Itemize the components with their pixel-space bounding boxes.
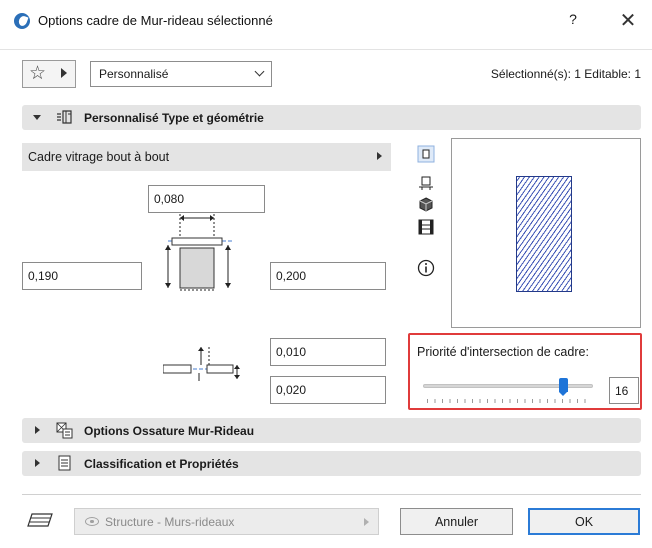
collapse-triangle-icon [35,426,40,434]
frame-type-selector[interactable]: Cadre vitrage bout à bout [22,143,391,171]
layer-dropdown[interactable]: Structure - Murs-rideaux [74,508,379,535]
favorites-arrow-icon [61,68,67,78]
frame-type-label: Cadre vitrage bout à bout [28,150,170,164]
separator [22,494,641,495]
intersection-priority-panel: Priorité d'intersection de cadre: 16 [408,333,642,410]
chevron-down-icon [254,66,265,77]
expand-triangle-icon [33,115,41,120]
section-title: Classification et Propriétés [84,457,239,471]
section-type-geometry[interactable]: Personnalisé Type et géométrie [22,105,641,130]
section-framing-options[interactable]: Options Ossature Mur-Rideau [22,418,641,443]
offset-field-1[interactable]: 0,010 [270,338,386,366]
offset-diagram [163,347,240,381]
frame-geometry-icon [57,110,72,124]
profile-dropdown[interactable]: Personnalisé [90,61,272,87]
eye-icon [85,517,99,526]
section-title: Options Ossature Mur-Rideau [84,424,255,438]
framing-options-icon [56,422,73,439]
priority-label: Priorité d'intersection de cadre: [417,345,589,359]
section-classification[interactable]: Classification et Propriétés [22,451,641,476]
cancel-button[interactable]: Annuler [400,508,513,535]
layer-value: Structure - Murs-rideaux [105,515,235,529]
slider-ticks [427,399,592,403]
priority-slider-track[interactable] [423,384,593,388]
classification-icon [58,455,71,471]
window-title: Options cadre de Mur-rideau sélectionné [38,13,273,28]
help-button[interactable]: ? [561,11,585,31]
close-button[interactable]: ✕ [614,8,642,32]
selection-info: Sélectionné(s): 1 Editable: 1 [490,67,641,81]
elevation-view-icon[interactable] [417,218,435,236]
favorites-button[interactable]: ☆ [22,60,76,88]
frame-profile-diagram [165,214,232,291]
layer-stack-icon [27,513,53,527]
archicad-app-icon [14,13,30,29]
star-icon: ☆ [29,63,47,84]
frame-depth-right-field[interactable]: 0,200 [270,262,386,290]
priority-value-field[interactable]: 16 [609,377,639,404]
priority-slider-thumb[interactable] [558,378,568,396]
hatched-frame-section [516,176,572,292]
section-view-icon[interactable] [417,174,435,192]
section-title: Personnalisé Type et géométrie [84,111,264,125]
offset-field-2[interactable]: 0,020 [270,376,386,404]
plan-view-icon[interactable] [417,145,435,163]
ok-button[interactable]: OK [528,508,640,535]
frame-preview [451,138,641,328]
submenu-arrow-icon [364,518,369,526]
info-icon[interactable] [417,259,435,277]
collapse-triangle-icon [35,459,40,467]
profile-value: Personnalisé [99,67,169,81]
frame-depth-left-field[interactable]: 0,190 [22,262,142,290]
title-bar: Options cadre de Mur-rideau sélectionné … [0,0,652,50]
3d-view-icon[interactable] [417,196,435,214]
submenu-arrow-icon [377,152,382,160]
frame-width-field[interactable]: 0,080 [148,185,265,213]
